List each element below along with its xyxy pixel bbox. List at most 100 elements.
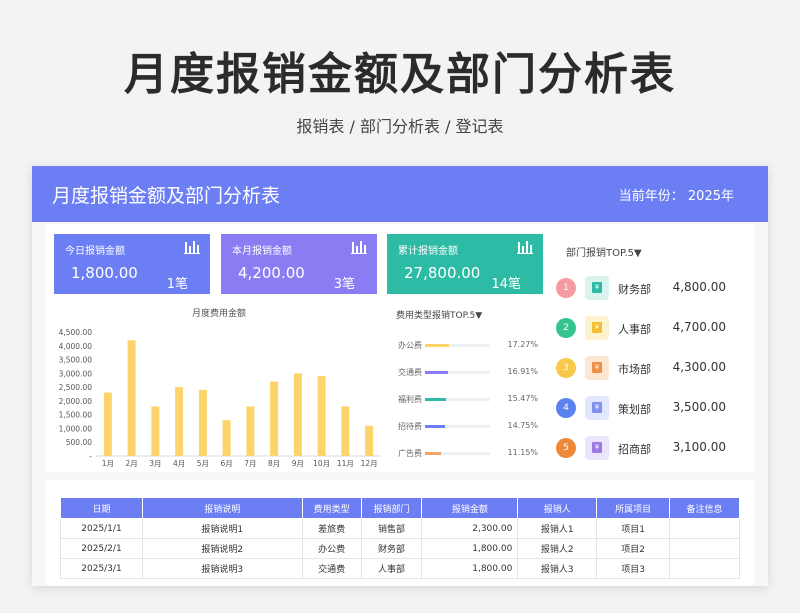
- table-cell[interactable]: 报销人3: [517, 558, 598, 579]
- bar-10: [317, 376, 326, 456]
- card-label: 累计报销金额: [398, 246, 458, 257]
- expense-row: 福利费 15.47%: [398, 392, 538, 406]
- y-tick-label: 1,500.00: [59, 411, 93, 420]
- column-header[interactable]: 报销说明: [141, 497, 303, 519]
- table-cell[interactable]: 报销人1: [517, 518, 598, 539]
- table-cell[interactable]: [669, 518, 740, 539]
- current-year: 当前年份： 2025年: [618, 189, 734, 204]
- dept-amount: 3,100.00: [672, 440, 726, 454]
- table-cell[interactable]: 报销人2: [517, 538, 598, 559]
- table-cell[interactable]: [669, 538, 740, 559]
- y-tick-label: 500.00: [66, 438, 92, 447]
- table-cell[interactable]: 办公费: [301, 538, 362, 559]
- spreadsheet-sheet: 月度报销金额及部门分析表 当前年份： 2025年 今日报销金额 1,800.00…: [32, 166, 768, 586]
- banner-title: 月度报销金额及部门分析表: [52, 185, 281, 207]
- column-header[interactable]: 所属项目: [596, 497, 671, 519]
- table-cell[interactable]: 项目1: [596, 518, 671, 539]
- page-subtitle: 报销表 / 部门分析表 / 登记表: [296, 117, 504, 136]
- table-cell[interactable]: 报销说明1: [141, 518, 303, 539]
- bar-2: [127, 340, 136, 456]
- bar-chart-icon: [184, 241, 200, 254]
- total-amount-card: 累计报销金额 27,800.00 14笔: [387, 234, 543, 294]
- today-amount-card: 今日报销金额 1,800.00 1笔: [54, 234, 210, 294]
- table-cell[interactable]: 2,300.00: [421, 518, 519, 539]
- wallet-icon: ¥: [585, 276, 609, 300]
- table-cell[interactable]: 报销说明2: [141, 538, 303, 559]
- expense-percent: 11.15%: [507, 448, 538, 457]
- expense-top-title[interactable]: 费用类型报销TOP.5▼: [396, 308, 482, 321]
- dept-amount: 4,800.00: [672, 280, 726, 294]
- expense-name: 办公费: [398, 341, 422, 350]
- rank-badge: 3: [556, 358, 576, 378]
- rank-badge: 1: [556, 278, 576, 298]
- expense-bar-track: [425, 425, 490, 428]
- table-cell[interactable]: 2025/2/1: [60, 538, 143, 559]
- table-cell[interactable]: 报销说明3: [141, 558, 303, 579]
- bar-8: [270, 381, 279, 456]
- column-header[interactable]: 日期: [60, 497, 143, 519]
- table-cell[interactable]: 2025/1/1: [60, 518, 143, 539]
- dept-name: 财务部: [618, 283, 651, 296]
- bar-4: [175, 387, 184, 456]
- table-cell[interactable]: 项目3: [596, 558, 671, 579]
- card-count: 1笔: [166, 277, 188, 292]
- card-value: 27,800.00: [404, 264, 481, 282]
- rank-badge: 2: [556, 318, 576, 338]
- column-header[interactable]: 费用类型: [301, 497, 362, 519]
- chart-title: 月度费用金额: [192, 309, 247, 319]
- y-tick-label: 3,000.00: [59, 369, 93, 378]
- column-header[interactable]: 备注信息: [669, 497, 740, 519]
- table-cell[interactable]: 财务部: [360, 538, 423, 559]
- table-header-row: 日期 报销说明 费用类型 报销部门 报销金额 报销人 所属项目 备注信息: [60, 497, 740, 519]
- bar-9: [293, 373, 302, 456]
- expense-bar-track: [425, 344, 490, 347]
- table-cell[interactable]: 2025/3/1: [60, 558, 143, 579]
- dept-row: 5 ¥ 招商部 3,100.00: [556, 436, 746, 460]
- expense-bar-track: [425, 398, 490, 401]
- table-cell[interactable]: 人事部: [360, 558, 423, 579]
- bar-3: [151, 406, 160, 456]
- table-cell[interactable]: [669, 558, 740, 579]
- sheet-banner: 月度报销金额及部门分析表 当前年份： 2025年: [32, 166, 768, 222]
- register-table: 日期 报销说明 费用类型 报销部门 报销金额 报销人 所属项目 备注信息 202…: [60, 497, 740, 579]
- x-tick-label: 4月: [173, 459, 185, 468]
- rank-badge: 5: [556, 438, 576, 458]
- dept-row: 1 ¥ 财务部 4,800.00: [556, 276, 746, 300]
- dept-name: 招商部: [618, 443, 651, 456]
- dept-amount: 3,500.00: [672, 400, 726, 414]
- y-tick-label: 2,000.00: [59, 397, 93, 406]
- bar-1: [103, 392, 112, 456]
- column-header[interactable]: 报销金额: [421, 497, 519, 519]
- expense-name: 交通费: [398, 368, 422, 377]
- column-header[interactable]: 报销人: [517, 497, 598, 519]
- expense-row: 办公费 17.27%: [398, 338, 538, 352]
- table-cell[interactable]: 差旅费: [301, 518, 362, 539]
- bar-chart-icon: [351, 241, 367, 254]
- bar-12: [365, 425, 374, 456]
- wallet-icon: ¥: [585, 396, 609, 420]
- y-tick-label: 1,000.00: [59, 424, 93, 433]
- dept-row: 3 ¥ 市场部 4,300.00: [556, 356, 746, 380]
- dept-top-title[interactable]: 部门报销TOP.5▼: [566, 244, 642, 259]
- table-cell[interactable]: 销售部: [360, 518, 423, 539]
- dept-row: 4 ¥ 策划部 3,500.00: [556, 396, 746, 420]
- rank-badge: 4: [556, 398, 576, 418]
- card-label: 本月报销金额: [232, 246, 292, 257]
- table-cell[interactable]: 1,800.00: [421, 538, 519, 559]
- table-cell[interactable]: 交通费: [301, 558, 362, 579]
- expense-percent: 16.91%: [507, 367, 538, 376]
- expense-bar: [425, 425, 446, 428]
- expense-row: 广告费 11.15%: [398, 446, 538, 460]
- register-table-panel: 日期 报销说明 费用类型 报销部门 报销金额 报销人 所属项目 备注信息 202…: [46, 480, 754, 586]
- expense-bar: [425, 398, 447, 401]
- expense-percent: 15.47%: [507, 394, 538, 403]
- wallet-icon: ¥: [585, 316, 609, 340]
- y-tick-label: 3,500.00: [59, 356, 93, 365]
- expense-bar-track: [425, 452, 490, 455]
- y-tick-label: -: [89, 452, 92, 461]
- table-cell[interactable]: 项目2: [596, 538, 671, 559]
- bar-chart-icon: [517, 241, 533, 254]
- column-header[interactable]: 报销部门: [360, 497, 423, 519]
- y-tick-label: 4,000.00: [59, 342, 93, 351]
- table-cell[interactable]: 1,800.00: [421, 558, 519, 579]
